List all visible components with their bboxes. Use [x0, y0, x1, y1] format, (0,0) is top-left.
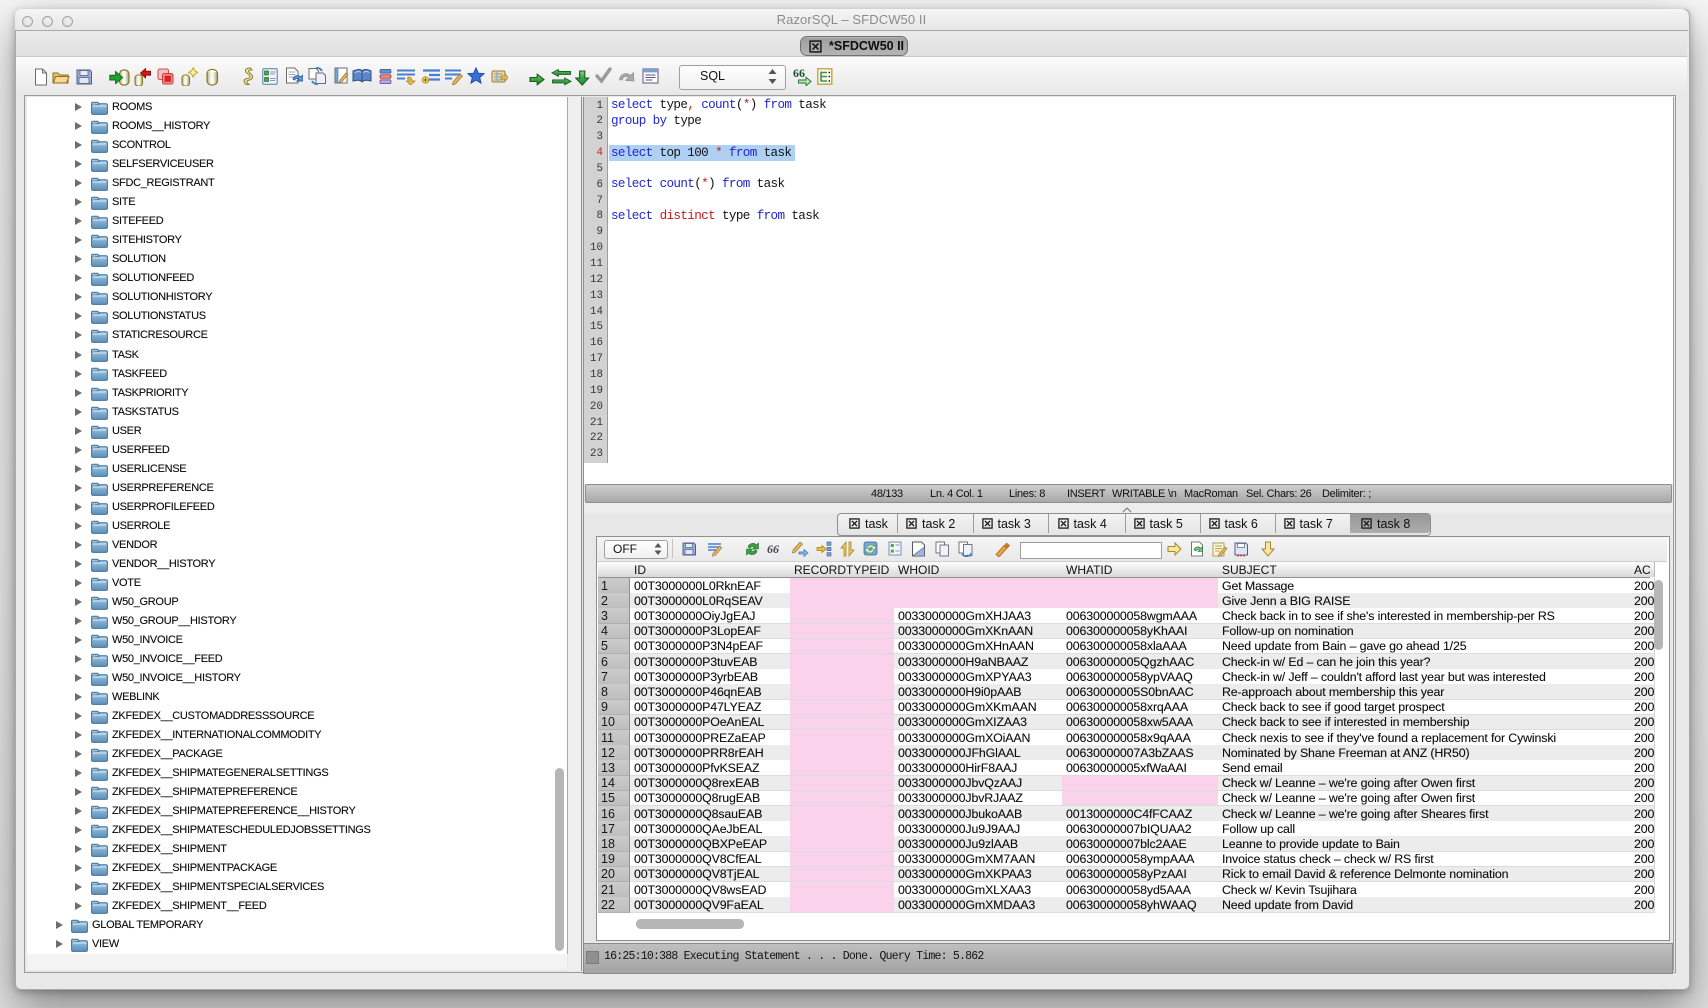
svg-text:66: 66	[793, 67, 805, 80]
svg-text:66: 66	[767, 542, 779, 556]
